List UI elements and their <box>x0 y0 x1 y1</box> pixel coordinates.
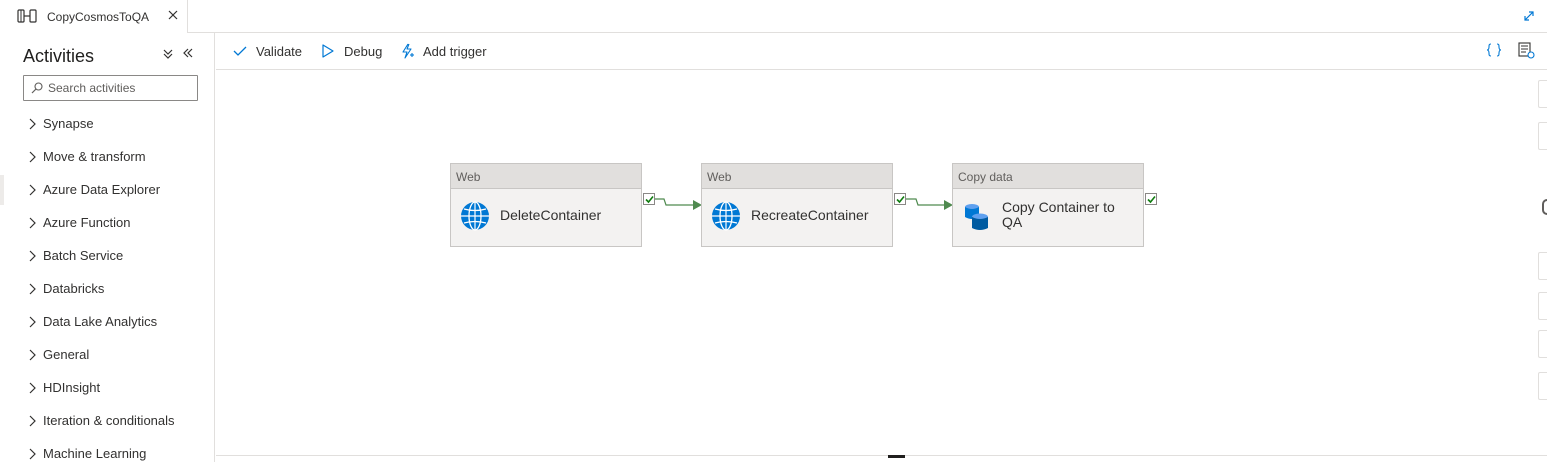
category-machine-learning[interactable]: Machine Learning <box>0 437 214 462</box>
activity-header: Web <box>702 164 892 189</box>
chevron-right-icon <box>29 382 36 394</box>
globe-icon <box>712 201 740 231</box>
category-label: Iteration & conditionals <box>43 413 175 428</box>
right-panel-tab[interactable] <box>1538 372 1547 400</box>
right-panel-tab[interactable] <box>1538 330 1547 358</box>
lightning-icon <box>402 43 414 59</box>
expand-icon[interactable] <box>1522 9 1536 23</box>
pipeline-editor: CopyCosmosToQA Activities Search activit… <box>0 0 1547 462</box>
chevron-right-icon <box>29 349 36 361</box>
category-label: Synapse <box>43 116 94 131</box>
activity-type: Web <box>456 170 481 184</box>
pipeline-canvas[interactable] <box>216 70 1547 456</box>
right-panel-tab[interactable] <box>1538 292 1547 320</box>
chevron-right-icon <box>29 151 36 163</box>
activity-copy-container[interactable]: Copy data Copy Container to QA <box>952 163 1144 247</box>
debug-label: Debug <box>344 43 383 59</box>
category-azure-data-explorer[interactable]: Azure Data Explorer <box>0 173 214 206</box>
code-icon[interactable] <box>1486 42 1502 58</box>
pipeline-icon <box>17 9 37 23</box>
search-box <box>23 75 198 101</box>
chevron-right-icon <box>29 448 36 460</box>
close-icon[interactable] <box>166 8 180 22</box>
canvas-bottom-divider <box>216 455 1547 456</box>
chevron-right-icon <box>29 250 36 262</box>
add-trigger-label: Add trigger <box>423 43 487 59</box>
category-label: General <box>43 347 90 362</box>
success-output-handle[interactable] <box>1145 193 1157 205</box>
tab-bar: CopyCosmosToQA <box>0 0 1547 34</box>
activity-header: Copy data <box>953 164 1143 189</box>
category-data-lake-analytics[interactable]: Data Lake Analytics <box>0 305 214 338</box>
success-check-icon <box>1147 195 1156 204</box>
category-hdinsight[interactable]: HDInsight <box>0 371 214 404</box>
category-label: Azure Data Explorer <box>43 182 161 197</box>
resize-handle[interactable] <box>888 455 905 458</box>
right-panel-tab[interactable] <box>1538 252 1547 280</box>
checkmark-icon <box>233 46 247 56</box>
activity-header: Web <box>451 164 641 189</box>
play-icon <box>322 44 334 58</box>
category-general[interactable]: General <box>0 338 214 371</box>
right-panel-tab[interactable] <box>1538 80 1547 108</box>
category-batch-service[interactable]: Batch Service <box>0 239 214 272</box>
activity-delete-container[interactable]: Web DeleteContainer <box>450 163 642 247</box>
collapse-panel-icon[interactable] <box>182 47 194 59</box>
category-label: Batch Service <box>43 248 124 263</box>
activity-name: RecreateContainer <box>751 207 869 223</box>
category-synapse[interactable]: Synapse <box>0 107 214 140</box>
category-label: HDInsight <box>43 380 101 395</box>
category-label: Azure Function <box>43 215 131 230</box>
left-edge-marker <box>0 175 4 205</box>
globe-icon <box>461 201 489 231</box>
success-output-handle[interactable] <box>894 193 906 205</box>
search-icon <box>31 82 43 94</box>
right-panel-tab[interactable] <box>1538 122 1547 150</box>
activities-title: Activities <box>23 46 95 66</box>
category-label: Machine Learning <box>43 446 147 461</box>
category-azure-function[interactable]: Azure Function <box>0 206 214 239</box>
toolbar: Validate Debug Add trigger <box>216 33 1547 70</box>
search-input[interactable] <box>48 79 194 97</box>
chevron-right-icon <box>29 283 36 295</box>
success-check-icon <box>645 195 654 204</box>
activity-type: Copy data <box>958 170 1013 184</box>
tab-pipeline[interactable]: CopyCosmosToQA <box>0 0 188 34</box>
category-iteration-conditionals[interactable]: Iteration & conditionals <box>0 404 214 437</box>
category-label: Data Lake Analytics <box>43 314 158 329</box>
properties-icon[interactable] <box>1517 41 1535 59</box>
debug-button[interactable]: Debug <box>320 33 382 69</box>
activity-type: Web <box>707 170 732 184</box>
activity-recreate-container[interactable]: Web RecreateContainer <box>701 163 893 247</box>
activities-panel: Activities Synapse Move & transform <box>0 33 215 462</box>
success-check-icon <box>896 195 905 204</box>
category-label: Databricks <box>43 281 105 296</box>
validate-label: Validate <box>256 43 303 59</box>
validate-button[interactable]: Validate <box>232 33 302 69</box>
tab-title: CopyCosmosToQA <box>47 10 150 24</box>
add-trigger-button[interactable]: Add trigger <box>399 33 487 69</box>
copy-data-icon <box>965 204 988 230</box>
category-label: Move & transform <box>43 149 146 164</box>
zoom-handle-icon[interactable] <box>1542 199 1547 215</box>
activity-name: Copy Container to QA <box>1002 199 1115 230</box>
chevron-right-icon <box>29 184 36 196</box>
chevron-right-icon <box>29 118 36 130</box>
activity-name: DeleteContainer <box>500 207 602 223</box>
chevron-right-icon <box>29 217 36 229</box>
success-output-handle[interactable] <box>643 193 655 205</box>
category-databricks[interactable]: Databricks <box>0 272 214 305</box>
category-move-transform[interactable]: Move & transform <box>0 140 214 173</box>
chevron-right-icon <box>29 316 36 328</box>
chevron-right-icon <box>29 415 36 427</box>
collapse-all-icon[interactable] <box>162 48 174 60</box>
